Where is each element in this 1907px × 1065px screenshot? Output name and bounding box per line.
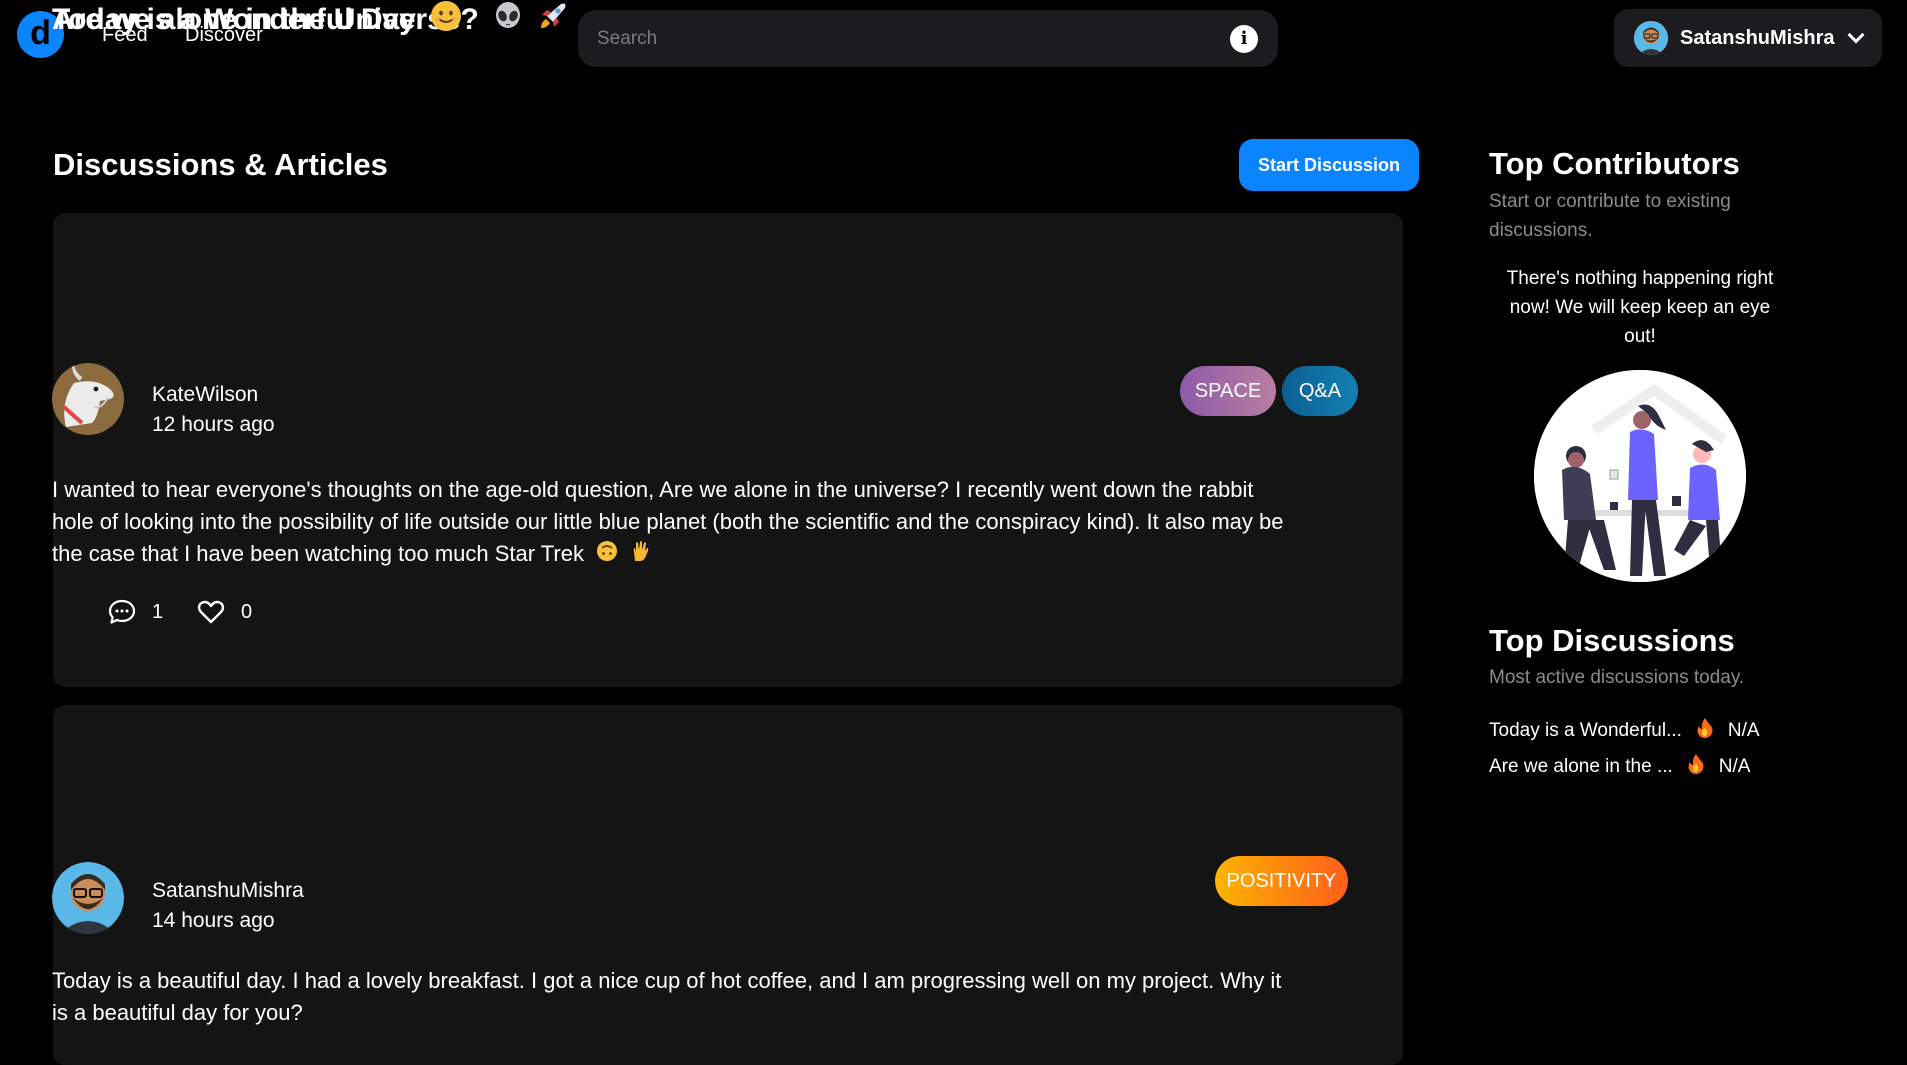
top-discussions-subtitle: Most active discussions today. xyxy=(1489,667,1745,688)
discussion-card[interactable] xyxy=(53,213,1403,687)
top-discussion-value: N/A xyxy=(1718,756,1751,777)
author-avatar[interactable] xyxy=(52,363,124,435)
tag-qa[interactable]: Q&A xyxy=(1282,366,1358,416)
page-title: Discussions & Articles xyxy=(53,147,388,182)
post-title[interactable]: Today is a Wonderful Day xyxy=(52,0,462,42)
user-menu[interactable]: SatanshuMishra xyxy=(1614,9,1882,67)
top-contributors-subtitle: Start or contribute to existing discussi… xyxy=(1489,191,1731,241)
chevron-down-icon xyxy=(1847,26,1865,44)
top-discussion-title: Are we alone in the ... xyxy=(1489,756,1673,777)
start-discussion-button[interactable]: Start Discussion xyxy=(1239,139,1419,191)
search-bar: i xyxy=(578,10,1278,67)
heart-icon xyxy=(197,600,225,624)
author-name[interactable]: SatanshuMishra xyxy=(152,879,304,903)
top-discussion-value: N/A xyxy=(1727,720,1760,741)
top-discussions-title: Top Discussions xyxy=(1489,623,1735,658)
user-name: SatanshuMishra xyxy=(1680,26,1835,49)
logo-letter: d xyxy=(30,13,51,52)
people-meeting-illustration xyxy=(1534,370,1746,582)
comment-count[interactable]: 1 xyxy=(108,599,163,625)
like-count-value: 0 xyxy=(241,600,253,623)
author-name[interactable]: KateWilson xyxy=(152,383,258,407)
post-time: 12 hours ago xyxy=(152,413,275,436)
fire-icon xyxy=(1687,753,1705,781)
tag-space[interactable]: SPACE xyxy=(1180,366,1276,416)
post-body-text: I wanted to hear everyone's thoughts on … xyxy=(52,477,1284,566)
top-contributors-title: Top Contributors xyxy=(1489,146,1740,181)
info-icon[interactable]: i xyxy=(1230,24,1258,53)
fire-icon xyxy=(1696,717,1714,745)
top-discussion-title: Today is a Wonderful... xyxy=(1489,720,1682,741)
rocket-emoji-icon xyxy=(537,0,569,42)
post-title-text: Today is a Wonderful Day xyxy=(52,2,416,36)
vulcan-salute-emoji-icon xyxy=(630,539,652,571)
comment-icon xyxy=(108,599,136,624)
search-input[interactable] xyxy=(595,26,1230,51)
top-discussion-item[interactable]: Are we alone in the ... N/A xyxy=(1489,753,1750,781)
smiling-face-emoji-icon xyxy=(430,0,462,42)
empty-state-message: There's nothing happening right now! We … xyxy=(1506,268,1774,347)
upside-down-face-emoji-icon xyxy=(596,539,618,571)
post-body: I wanted to hear everyone's thoughts on … xyxy=(52,474,1292,571)
tag-positivity[interactable]: POSITIVITY xyxy=(1215,856,1348,906)
alien-emoji-icon xyxy=(493,1,523,41)
post-body: Today is a beautiful day. I had a lovely… xyxy=(52,968,1282,1025)
author-avatar[interactable] xyxy=(52,862,124,934)
top-discussion-item[interactable]: Today is a Wonderful... N/A xyxy=(1489,717,1760,745)
like-count[interactable]: 0 xyxy=(197,599,252,625)
post-time: 14 hours ago xyxy=(152,909,275,932)
comment-count-value: 1 xyxy=(152,600,164,623)
user-avatar xyxy=(1634,21,1668,55)
